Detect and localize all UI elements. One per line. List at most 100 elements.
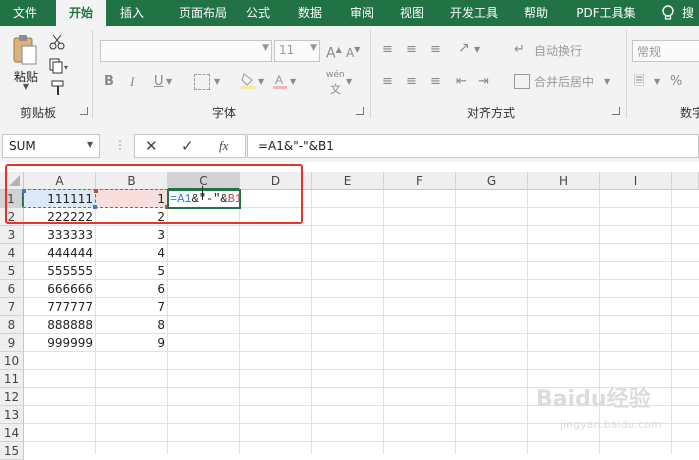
cell-a3[interactable]: 333333: [24, 226, 96, 244]
align-right-icon[interactable]: ≡: [430, 74, 441, 90]
row-header[interactable]: 10: [0, 352, 24, 370]
fill-color-icon[interactable]: [240, 72, 256, 90]
enter-icon[interactable]: ✓: [181, 137, 194, 155]
font-launcher-icon[interactable]: [356, 107, 364, 115]
tab-view[interactable]: 视图: [394, 0, 430, 26]
phonetic-dropdown-icon[interactable]: ▼: [346, 74, 352, 90]
tab-insert[interactable]: 插入: [112, 0, 152, 26]
wrap-text-icon[interactable]: ↵: [514, 42, 525, 58]
row-header[interactable]: 12: [0, 388, 24, 406]
cell-a9[interactable]: 999999: [24, 334, 96, 352]
borders-icon[interactable]: [194, 74, 210, 90]
tab-file[interactable]: 文件: [0, 0, 50, 26]
clipboard-group-label: 剪贴板: [19, 106, 56, 120]
cell-b5[interactable]: 5: [96, 262, 168, 280]
row-header[interactable]: 15: [0, 442, 24, 460]
phonetic-guide-button[interactable]: wén: [326, 70, 345, 80]
bold-button[interactable]: B: [104, 74, 114, 90]
tell-me-label[interactable]: 搜: [682, 0, 699, 26]
paste-dropdown-icon[interactable]: ▼: [22, 82, 30, 91]
underline-button[interactable]: U: [154, 74, 164, 90]
tab-page-layout[interactable]: 页面布局: [164, 0, 242, 26]
chevron-down-icon: ▼: [262, 43, 269, 53]
cancel-icon[interactable]: ✕: [145, 137, 158, 155]
column-header-i[interactable]: I: [600, 172, 672, 190]
cell-b6[interactable]: 6: [96, 280, 168, 298]
row-header[interactable]: 4: [0, 244, 24, 262]
paste-icon[interactable]: [12, 34, 38, 66]
column-header-g[interactable]: G: [456, 172, 528, 190]
font-color-icon[interactable]: A: [272, 72, 288, 90]
copy-icon[interactable]: ▾: [48, 58, 70, 74]
merge-center-button[interactable]: 合并后居中: [534, 74, 594, 90]
tab-data[interactable]: 数据: [292, 0, 328, 26]
font-size-dropdown[interactable]: 11 ▼: [274, 40, 320, 62]
currency-dropdown-icon[interactable]: ▼: [654, 74, 660, 90]
insert-function-button[interactable]: fx: [219, 138, 228, 154]
name-box[interactable]: SUM ▼: [2, 134, 100, 158]
tab-home[interactable]: 开始: [56, 0, 106, 28]
cell-b3[interactable]: 3: [96, 226, 168, 244]
chevron-down-icon[interactable]: ▼: [87, 140, 93, 149]
increase-font-icon[interactable]: A▲: [326, 42, 342, 62]
orientation-dropdown-icon[interactable]: ▼: [474, 42, 480, 58]
number-format-value: 常规: [637, 45, 662, 59]
font-color-dropdown-icon[interactable]: ▼: [290, 74, 296, 90]
font-name-dropdown[interactable]: ▼: [100, 40, 272, 62]
row-header[interactable]: 6: [0, 280, 24, 298]
column-header-j[interactable]: [672, 172, 699, 190]
align-bottom-icon[interactable]: ≡: [430, 42, 441, 58]
clipboard-launcher-icon[interactable]: [80, 107, 88, 115]
cell-a8[interactable]: 888888: [24, 316, 96, 334]
cell-b9[interactable]: 9: [96, 334, 168, 352]
row-header[interactable]: 11: [0, 370, 24, 388]
grid-line: [527, 190, 528, 454]
increase-indent-icon[interactable]: ⇥: [478, 74, 489, 90]
align-middle-icon[interactable]: ≡: [406, 42, 417, 58]
wrap-text-button[interactable]: 自动换行: [534, 43, 582, 59]
row-header[interactable]: 14: [0, 424, 24, 442]
cell-b8[interactable]: 8: [96, 316, 168, 334]
column-header-f[interactable]: F: [384, 172, 456, 190]
cell-a7[interactable]: 777777: [24, 298, 96, 316]
row-header[interactable]: 3: [0, 226, 24, 244]
fill-color-dropdown-icon[interactable]: ▼: [258, 74, 264, 90]
column-header-e[interactable]: E: [312, 172, 384, 190]
align-center-icon[interactable]: ≡: [406, 74, 417, 90]
lightbulb-icon[interactable]: [660, 4, 676, 22]
decrease-indent-icon[interactable]: ⇤: [456, 74, 467, 90]
borders-dropdown-icon[interactable]: ▼: [214, 74, 220, 90]
tab-pdf-tools[interactable]: PDF工具集: [568, 0, 644, 26]
cut-icon[interactable]: [48, 34, 66, 50]
row-header[interactable]: 13: [0, 406, 24, 424]
orientation-icon[interactable]: ↗: [458, 40, 470, 56]
formula-buttons: ✕ ✓ fx: [134, 134, 246, 158]
align-top-icon[interactable]: ≡: [382, 42, 393, 58]
row-header[interactable]: 5: [0, 262, 24, 280]
cell-a5[interactable]: 555555: [24, 262, 96, 280]
cell-b7[interactable]: 7: [96, 298, 168, 316]
tab-review[interactable]: 审阅: [344, 0, 380, 26]
cell-a6[interactable]: 666666: [24, 280, 96, 298]
tab-formulas[interactable]: 公式: [240, 0, 276, 26]
row-header[interactable]: 7: [0, 298, 24, 316]
align-left-icon[interactable]: ≡: [382, 74, 393, 90]
cell-a4[interactable]: 444444: [24, 244, 96, 262]
number-format-dropdown[interactable]: 常规: [632, 40, 699, 62]
underline-dropdown-icon[interactable]: ▼: [166, 74, 172, 90]
row-header[interactable]: 9: [0, 334, 24, 352]
merge-dropdown-icon[interactable]: ▼: [604, 74, 610, 90]
percent-icon[interactable]: %: [670, 74, 682, 90]
cell-b4[interactable]: 4: [96, 244, 168, 262]
formula-input[interactable]: =A1&"-"&B1: [247, 134, 699, 158]
row-header[interactable]: 8: [0, 316, 24, 334]
alignment-launcher-icon[interactable]: [612, 107, 620, 115]
tab-help[interactable]: 帮助: [518, 0, 554, 26]
tab-developer[interactable]: 开发工具: [444, 0, 504, 26]
decrease-font-icon[interactable]: A▼: [346, 42, 360, 61]
currency-icon[interactable]: 🗏: [634, 74, 644, 90]
italic-button[interactable]: I: [130, 74, 134, 90]
merge-center-icon[interactable]: [514, 74, 530, 89]
format-painter-icon[interactable]: [50, 80, 66, 96]
column-header-h[interactable]: H: [528, 172, 600, 190]
